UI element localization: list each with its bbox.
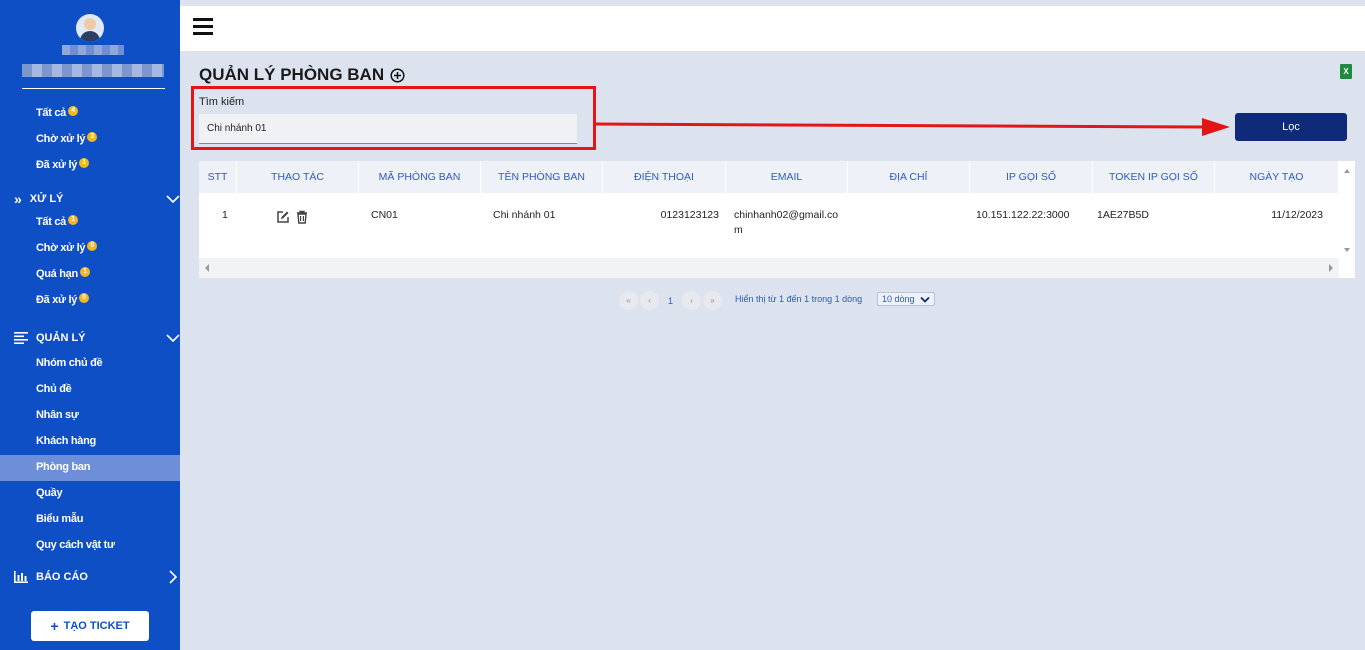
list-icon xyxy=(14,332,28,344)
col-header-stt[interactable]: STT xyxy=(199,161,237,193)
cell-ten-phong-ban: Chi nhánh 01 xyxy=(493,209,556,221)
delete-icon[interactable] xyxy=(295,210,309,224)
cell-ip-goi-so: 10.151.122.22:3000 xyxy=(976,209,1070,221)
sidebar-item-label: Tất cả xyxy=(36,216,66,228)
email-line: chinhanh02@gmail.co xyxy=(734,209,839,221)
cell-email: chinhanh02@gmail.co m xyxy=(734,209,838,236)
prev-page-icon[interactable]: ‹ xyxy=(640,291,659,310)
chevron-down-icon xyxy=(166,334,180,343)
last-page-icon[interactable]: » xyxy=(703,291,722,310)
sidebar-item-bieu-mau[interactable]: Biểu mẫu xyxy=(36,513,83,525)
sidebar-item-label: Đã xử lý xyxy=(36,294,78,306)
sidebar-item-xl-overdue[interactable]: Quá hạn 1 xyxy=(36,267,90,280)
col-header-token-ip[interactable]: TOKEN IP GỌI SỐ xyxy=(1093,161,1215,193)
col-header-ngay-tao[interactable]: NGÀY TẠO xyxy=(1215,161,1339,193)
sidebar-divider xyxy=(22,88,165,89)
sidebar: Tất cả 4 Chờ xử lý 3 Đã xử lý 1 » XỬ LÝ Tất… xyxy=(0,0,180,650)
sidebar-item-nhom-chu-de[interactable]: Nhóm chủ đề xyxy=(36,357,103,369)
scroll-up-icon[interactable] xyxy=(1339,165,1355,177)
sidebar-item-label: Tất cả xyxy=(36,107,66,119)
count-badge: 1 xyxy=(68,215,78,225)
hamburger-menu-icon[interactable] xyxy=(193,18,213,36)
first-page-icon[interactable]: « xyxy=(619,291,638,310)
annotation-arrow xyxy=(596,118,1230,136)
sidebar-section-xu-ly[interactable]: » XỬ LÝ xyxy=(14,191,180,207)
plus-icon: + xyxy=(50,618,59,634)
col-header-ip-goi-so[interactable]: IP GỌI SỐ xyxy=(970,161,1093,193)
sidebar-item-phong-ban[interactable]: Phòng ban xyxy=(36,461,90,473)
scroll-right-icon[interactable] xyxy=(1325,258,1337,278)
section-title: XỬ LÝ xyxy=(29,193,64,205)
cell-ngay-tao: 11/12/2023 xyxy=(1271,209,1323,221)
sidebar-item-label: Chờ xử lý xyxy=(36,133,86,145)
sidebar-section-bao-cao[interactable]: BÁO CÁO xyxy=(14,570,180,584)
count-badge: 3 xyxy=(87,132,98,142)
count-badge: 4 xyxy=(68,106,78,116)
highlight-annotation-box xyxy=(191,86,596,150)
cell-ma-phong-ban: CN01 xyxy=(371,209,398,221)
excel-export-icon[interactable]: X xyxy=(1340,64,1352,79)
sidebar-item-label: Quá hạn xyxy=(36,268,78,280)
col-header-ten-phong-ban[interactable]: TÊN PHÒNG BAN xyxy=(481,161,603,193)
col-header-thao-tac[interactable]: THAO TÁC xyxy=(237,161,359,193)
sidebar-item-khach-hang[interactable]: Khách hàng xyxy=(36,435,96,447)
sidebar-item-label: Chờ xử lý xyxy=(36,242,86,254)
blurred-user-role xyxy=(22,64,164,77)
page-size-select[interactable]: 10 dòng xyxy=(877,292,935,306)
sidebar-item-xl-all[interactable]: Tất cả 1 xyxy=(36,215,78,228)
sidebar-item-all[interactable]: Tất cả 4 xyxy=(36,106,78,119)
table-header: STT THAO TÁC MÃ PHÒNG BAN TÊN PHÒNG BAN … xyxy=(199,161,1339,193)
add-circle-icon[interactable] xyxy=(390,67,405,83)
sidebar-item-label: Đã xử lý xyxy=(36,159,78,171)
cell-stt: 1 xyxy=(222,209,228,221)
section-title: BÁO CÁO xyxy=(36,571,88,583)
sidebar-item-done[interactable]: Đã xử lý 1 xyxy=(36,158,90,171)
scroll-left-icon[interactable] xyxy=(201,258,213,278)
page-title: QUẢN LÝ PHÒNG BAN xyxy=(199,65,405,85)
count-badge: 0 xyxy=(87,241,98,251)
count-badge: 1 xyxy=(79,267,90,277)
pagination-info: Hiển thị từ 1 đến 1 trong 1 dòng xyxy=(735,294,863,304)
cell-dien-thoai: 0123123123 xyxy=(660,209,719,221)
chevron-down-icon xyxy=(920,296,930,303)
blurred-username xyxy=(62,45,124,55)
email-line: m xyxy=(734,224,743,236)
next-page-icon[interactable]: › xyxy=(682,291,701,310)
double-chevron-right-icon: » xyxy=(14,191,22,207)
create-ticket-button[interactable]: + TẠO TICKET xyxy=(31,611,149,641)
create-ticket-label: TẠO TICKET xyxy=(63,620,130,632)
horizontal-scrollbar[interactable] xyxy=(199,258,1339,278)
col-header-dien-thoai[interactable]: ĐIỆN THOẠI xyxy=(603,161,726,193)
count-badge: 0 xyxy=(79,293,90,303)
page-title-text: QUẢN LÝ PHÒNG BAN xyxy=(199,65,385,84)
current-page[interactable]: 1 xyxy=(661,291,680,310)
sidebar-item-quy-cach-vat-tu[interactable]: Quy cách vật tư xyxy=(36,539,115,551)
edit-icon[interactable] xyxy=(276,210,290,224)
chevron-right-icon xyxy=(169,570,178,584)
user-avatar[interactable] xyxy=(76,14,104,42)
sidebar-section-quan-ly[interactable]: QUẢN LÝ xyxy=(14,332,180,344)
sidebar-item-pending[interactable]: Chờ xử lý 3 xyxy=(36,132,98,145)
vertical-scrollbar[interactable] xyxy=(1339,161,1355,258)
col-header-dia-chi[interactable]: ĐỊA CHỈ xyxy=(848,161,970,193)
count-badge: 1 xyxy=(79,158,90,168)
page-size-value: 10 dòng xyxy=(882,294,915,304)
sidebar-item-xl-pending[interactable]: Chờ xử lý 0 xyxy=(36,241,98,254)
chevron-down-icon xyxy=(166,195,180,204)
col-header-ma-phong-ban[interactable]: MÃ PHÒNG BAN xyxy=(359,161,481,193)
pagination: « ‹ 1 › » xyxy=(619,291,722,310)
sidebar-item-chu-de[interactable]: Chủ đề xyxy=(36,383,72,395)
col-header-email[interactable]: EMAIL xyxy=(726,161,848,193)
scroll-down-icon[interactable] xyxy=(1339,244,1355,256)
section-title: QUẢN LÝ xyxy=(36,332,86,344)
sidebar-item-quay[interactable]: Quầy xyxy=(36,487,63,499)
sidebar-item-xl-done[interactable]: Đã xử lý 0 xyxy=(36,293,90,306)
sidebar-item-nhan-su[interactable]: Nhân sự xyxy=(36,409,79,421)
filter-button[interactable]: Lọc xyxy=(1235,113,1347,141)
top-bar xyxy=(180,6,1365,51)
bar-chart-icon xyxy=(14,571,28,583)
department-table: STT THAO TÁC MÃ PHÒNG BAN TÊN PHÒNG BAN … xyxy=(199,161,1355,278)
cell-token-ip: 1AE27B5D xyxy=(1097,209,1149,221)
